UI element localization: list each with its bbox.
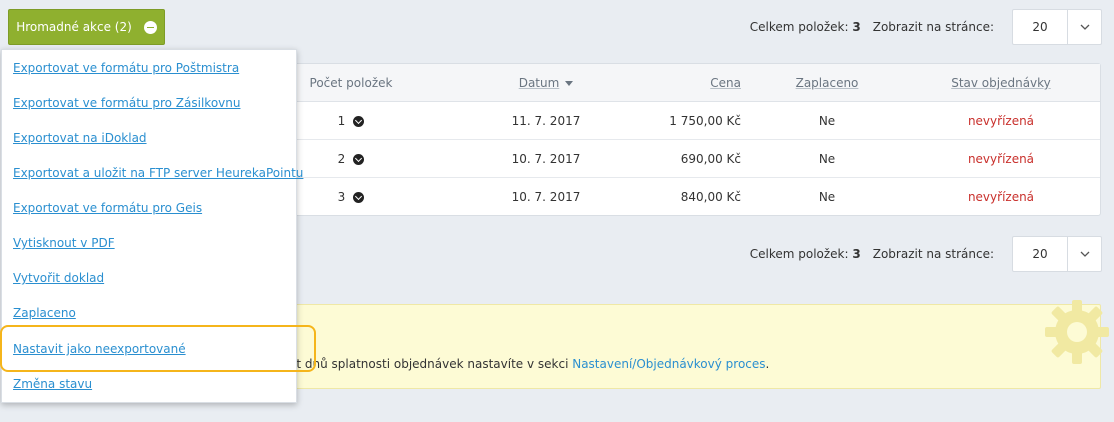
row-date: 11. 7. 2017 xyxy=(511,114,581,128)
total-items-label: Celkem položek: 3 xyxy=(749,20,861,34)
row-count: 1 xyxy=(299,102,403,140)
chevron-down-icon[interactable] xyxy=(1067,10,1101,44)
row-count: 3 xyxy=(299,178,403,216)
row-paid: Ne xyxy=(818,152,836,166)
menu-item-export-geis[interactable]: Exportovat ve formátu pro Geis xyxy=(13,201,202,215)
menu-item-export-zasilkovna[interactable]: Exportovat ve formátu pro Zásilkovnu xyxy=(13,96,240,110)
menu-item-create-document[interactable]: Vytvořit doklad xyxy=(13,271,104,285)
settings-link[interactable]: Nastavení/Objednávkový proces xyxy=(572,357,765,371)
expand-circle-icon[interactable] xyxy=(353,191,365,203)
row-price: 1 750,00 Kč xyxy=(669,114,741,128)
per-page-label: Zobrazit na stránce: xyxy=(872,20,994,34)
info-notice: et dnů splatnosti objednávek nastavíte v… xyxy=(270,300,1109,389)
menu-item-paid[interactable]: Zaplaceno xyxy=(13,306,76,320)
row-date: 10. 7. 2017 xyxy=(511,152,581,166)
header-price[interactable]: Cena xyxy=(641,64,741,102)
per-page-select[interactable]: 20 xyxy=(1012,9,1102,45)
row-state: nevyřízená xyxy=(967,114,1035,128)
menu-item-export-idoklad[interactable]: Exportovat na iDoklad xyxy=(13,131,147,145)
sort-desc-icon xyxy=(565,80,574,86)
menu-item-change-state[interactable]: Změna stavu xyxy=(13,377,92,391)
per-page-value: 20 xyxy=(1032,20,1048,34)
row-paid: Ne xyxy=(818,190,836,204)
row-paid: Ne xyxy=(818,114,836,128)
menu-item-export-postmistr[interactable]: Exportovat ve formátu pro Poštmistra xyxy=(13,61,239,75)
per-page-label: Zobrazit na stránce: xyxy=(872,247,994,261)
expand-circle-icon[interactable] xyxy=(353,115,365,127)
header-count: Počet položek xyxy=(309,76,393,90)
row-state: nevyřízená xyxy=(967,152,1035,166)
bulk-actions-button[interactable]: Hromadné akce (2) xyxy=(8,9,165,45)
row-price: 840,00 Kč xyxy=(680,190,741,204)
gear-icon xyxy=(1045,300,1109,364)
chevron-down-icon[interactable] xyxy=(1067,237,1101,271)
highlight-outline xyxy=(0,325,316,372)
menu-item-export-heurekapoint[interactable]: Exportovat a uložit na FTP server Heurek… xyxy=(13,166,303,180)
bulk-actions-label: Hromadné akce (2) xyxy=(16,20,132,34)
pager-bottom: Celkem položek: 3 Zobrazit na stránce: 2… xyxy=(750,236,1102,272)
row-price: 690,00 Kč xyxy=(680,152,741,166)
collapse-icon xyxy=(143,20,157,34)
row-state: nevyřízená xyxy=(967,190,1035,204)
row-count: 2 xyxy=(299,140,403,178)
row-date: 10. 7. 2017 xyxy=(511,190,581,204)
per-page-select[interactable]: 20 xyxy=(1012,236,1102,272)
per-page-value: 20 xyxy=(1032,247,1048,261)
total-items-label: Celkem položek: 3 xyxy=(749,247,861,261)
menu-item-print-pdf[interactable]: Vytisknout v PDF xyxy=(13,236,115,250)
expand-circle-icon[interactable] xyxy=(353,153,365,165)
header-state[interactable]: Stav objednávky xyxy=(929,64,1073,102)
notice-text: et dnů splatnosti objednávek nastavíte v… xyxy=(289,357,770,371)
header-paid[interactable]: Zaplaceno xyxy=(777,64,877,102)
pager-top: Celkem položek: 3 Zobrazit na stránce: 2… xyxy=(750,9,1102,45)
header-date[interactable]: Datum xyxy=(497,64,595,102)
